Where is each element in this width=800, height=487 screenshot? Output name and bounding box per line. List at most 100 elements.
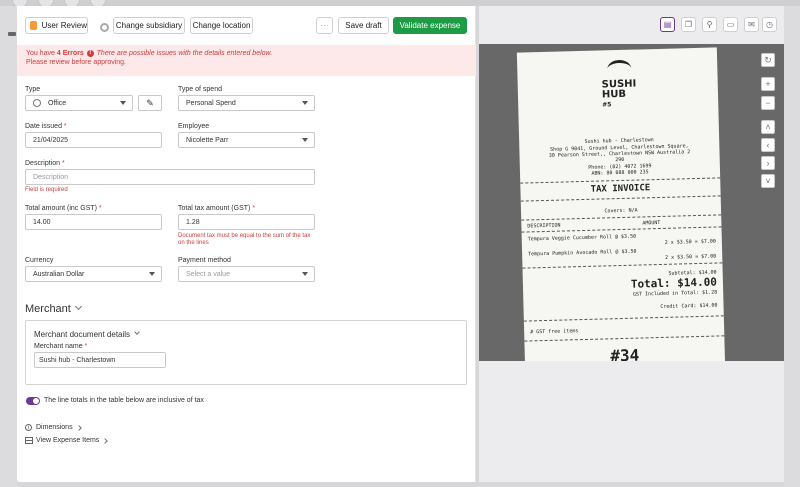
dimensions-link[interactable]: i Dimensions	[25, 424, 82, 431]
description-label: Description *	[25, 160, 65, 167]
error-banner-line1: You have 4 Errors ! There are possible i…	[26, 49, 467, 58]
receipt-card: Credit Card: $14.00	[660, 302, 718, 311]
document-viewer-panel: ▤ ❐ ⚲ ▭ ✉ ◷ SUSHI HUB #5 Sushi hub - Cha…	[479, 6, 784, 482]
chevron-down-icon	[149, 272, 155, 276]
comment-icon[interactable]: ▭	[723, 17, 738, 32]
payment-method-select[interactable]: Select a value	[178, 266, 315, 282]
type-of-spend-select[interactable]: Personal Spend	[178, 95, 315, 111]
refresh-icon[interactable]: ↻	[761, 53, 775, 67]
more-options-button[interactable]: ···	[316, 17, 333, 34]
receipt-col-desc: DESCRIPTION	[527, 222, 561, 230]
receipt-brand: SUSHI HUB #5	[602, 79, 637, 111]
change-subsidiary-button[interactable]: Change subsidiary	[113, 17, 185, 34]
chevron-down-icon	[120, 101, 126, 105]
date-issued-label: Date issued *	[25, 123, 67, 130]
zoom-in-icon[interactable]: +	[761, 77, 775, 91]
status-color-swatch	[30, 21, 37, 30]
merchant-name-input[interactable]: Sushi hub - Charlestown	[34, 352, 166, 368]
toggle-knob	[33, 398, 39, 404]
dimensions-label: Dimensions	[36, 424, 73, 431]
pin-icon[interactable]: ⚲	[702, 17, 717, 32]
background-right-edge	[784, 6, 800, 487]
settings-icon[interactable]	[100, 23, 109, 32]
receipt-col-amount: AMOUNT	[642, 219, 661, 227]
chevron-left-icon[interactable]: ‹	[761, 138, 775, 152]
required-marker: *	[61, 160, 65, 167]
history-icon[interactable]: ◷	[762, 17, 777, 32]
view-expense-items-link[interactable]: View Expense Items	[25, 437, 109, 444]
zoom-out-icon[interactable]: −	[761, 96, 775, 110]
mail-icon[interactable]: ✉	[744, 17, 759, 32]
view-expense-items-label: View Expense Items	[36, 437, 100, 444]
chevron-down-icon	[134, 329, 140, 335]
tax-inclusive-toggle[interactable]	[26, 397, 40, 405]
document-icon[interactable]: ▤	[660, 17, 675, 32]
total-tax-error-line2: on the lines	[178, 240, 209, 246]
error-banner-line2: Please review before approving.	[26, 59, 127, 66]
total-tax-error-line1: Document tax must be equal to the sum of…	[178, 233, 311, 239]
description-input[interactable]: Description	[25, 169, 315, 185]
change-location-button[interactable]: Change location	[190, 17, 253, 34]
info-icon: i	[25, 424, 32, 431]
error-message: There are possible issues with the detai…	[96, 50, 273, 57]
chevron-down-icon	[74, 302, 82, 311]
error-icon: !	[86, 49, 94, 57]
total-tax-label-text: Total tax amount (GST)	[178, 205, 251, 212]
merchant-details-title: Merchant document details	[34, 330, 131, 339]
validate-expense-button[interactable]: Validate expense	[393, 17, 467, 34]
required-marker: *	[63, 123, 67, 130]
tax-inclusive-label: The line totals in the table below are i…	[44, 397, 204, 404]
total-tax-input[interactable]: 1.28	[178, 214, 315, 230]
employee-value: Nicolette Parr	[186, 136, 229, 144]
merchant-section-title: Merchant	[25, 303, 71, 315]
receipt-gst-free: # GST free items	[530, 328, 579, 336]
chevron-down-icon	[302, 101, 308, 105]
required-marker: *	[252, 205, 256, 212]
currency-label: Currency	[25, 257, 54, 264]
type-select[interactable]: Office	[25, 95, 133, 111]
type-of-spend-value: Personal Spend	[186, 99, 236, 107]
status-label: User Review	[41, 21, 87, 30]
expense-form-panel: User Review Change subsidiary Change loc…	[17, 6, 476, 482]
required-marker: *	[84, 343, 88, 350]
error-banner: You have 4 Errors ! There are possible i…	[17, 45, 476, 76]
receipt-paper: SUSHI HUB #5 Sushi hub - Charlestown Sho…	[516, 47, 726, 361]
merchant-details-toggle[interactable]: Merchant document details	[34, 329, 140, 339]
table-icon	[25, 437, 33, 444]
chevron-up-icon[interactable]: ˄	[761, 120, 775, 134]
receipt-image: SUSHI HUB #5 Sushi hub - Charlestown Sho…	[479, 44, 784, 361]
total-amount-label: Total amount (inc GST) *	[25, 205, 102, 212]
required-marker: *	[98, 205, 102, 212]
type-of-spend-label: Type of spend	[178, 86, 222, 93]
total-amount-label-text: Total amount (inc GST)	[25, 205, 97, 212]
chevron-right-icon[interactable]: ›	[761, 156, 775, 170]
payment-method-label: Payment method	[178, 257, 231, 264]
payment-method-placeholder: Select a value	[186, 270, 230, 278]
chevron-right-icon	[75, 424, 82, 431]
pencil-icon: ✎	[146, 97, 154, 108]
merchant-section-toggle[interactable]: Merchant	[25, 302, 82, 315]
description-label-text: Description	[25, 160, 61, 167]
employee-label: Employee	[178, 123, 210, 130]
save-draft-button[interactable]: Save draft	[338, 17, 389, 34]
merchant-document-box: Merchant document details Merchant name …	[25, 320, 467, 385]
background-sidebar	[0, 6, 17, 487]
total-amount-input[interactable]: 14.00	[25, 214, 162, 230]
receipt-divider	[523, 315, 724, 322]
date-issued-input[interactable]: 21/04/2025	[25, 132, 162, 148]
total-tax-label: Total tax amount (GST) *	[178, 205, 255, 212]
currency-value: Australian Dollar	[33, 270, 85, 278]
chevron-down-icon[interactable]: ˅	[761, 174, 775, 188]
chevron-down-icon	[302, 138, 308, 142]
type-label: Type	[25, 86, 41, 93]
status-button[interactable]: User Review	[25, 17, 88, 34]
edit-type-button[interactable]: ✎	[138, 95, 162, 111]
employee-select[interactable]: Nicolette Parr	[178, 132, 315, 148]
copy-icon[interactable]: ❐	[681, 17, 696, 32]
error-count: 4 Errors	[56, 50, 84, 57]
currency-select[interactable]: Australian Dollar	[25, 266, 162, 282]
receipt-divider	[524, 335, 725, 342]
description-error: Field is required	[25, 187, 68, 193]
store-number: #5	[602, 101, 612, 109]
sidebar-marker	[8, 32, 16, 36]
